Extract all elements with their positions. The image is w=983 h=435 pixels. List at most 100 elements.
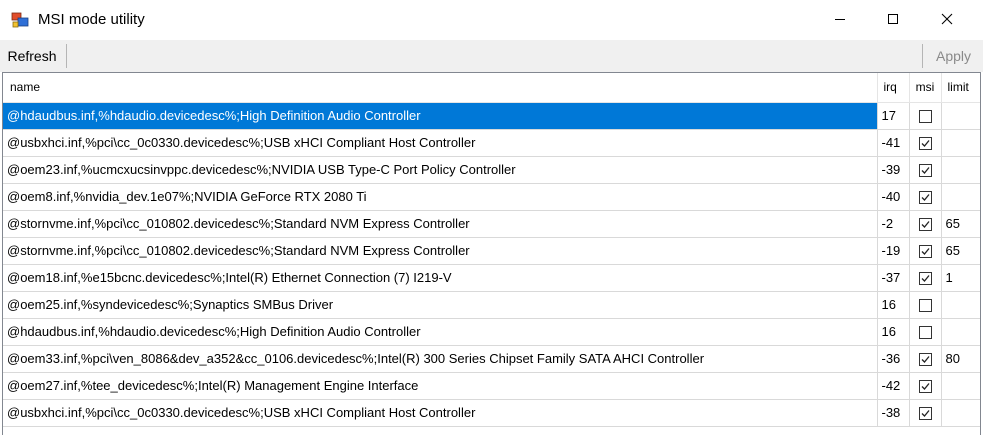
device-name-cell[interactable]: @oem25.inf,%syndevicedesc%;Synaptics SMB… [3,291,878,319]
limit-cell[interactable]: 80 [941,345,980,373]
device-name-cell[interactable]: @stornvme.inf,%pci\cc_010802.devicedesc%… [3,237,878,265]
checkmark-icon [921,167,930,174]
msi-checkbox[interactable] [918,191,932,205]
window-title: MSI mode utility [38,11,145,28]
msi-checkbox[interactable] [918,326,932,340]
msi-checkbox[interactable] [918,272,932,286]
toolbar-separator [922,44,923,68]
checkmark-icon [921,356,930,363]
table-header-row: name irq msi limit [3,73,980,103]
device-table: name irq msi limit @hdaudbus.inf,%hdaudi… [3,73,980,427]
device-name-cell[interactable]: @stornvme.inf,%pci\cc_010802.devicedesc%… [3,210,878,238]
minimize-button[interactable] [813,0,867,40]
close-icon [941,13,953,28]
limit-cell[interactable]: 65 [941,237,980,265]
checkmark-icon [921,140,930,147]
irq-cell[interactable]: 16 [877,318,910,346]
msi-checkbox[interactable] [918,137,932,151]
device-name-cell[interactable]: @oem23.inf,%ucmcxucsinvppc.devicedesc%;N… [3,156,878,184]
device-name-cell[interactable]: @oem18.inf,%e15bcnc.devicedesc%;Intel(R)… [3,264,878,292]
app-icon [11,11,29,29]
limit-cell[interactable] [941,291,980,319]
msi-checkbox[interactable] [918,110,932,124]
title-bar: MSI mode utility [0,0,983,40]
irq-cell[interactable]: -40 [877,183,910,211]
checkmark-icon [921,383,930,390]
table-row[interactable]: @hdaudbus.inf,%hdaudio.devicedesc%;High … [3,318,980,346]
close-button[interactable] [920,0,974,40]
device-name-cell[interactable]: @hdaudbus.inf,%hdaudio.devicedesc%;High … [3,318,878,346]
irq-cell[interactable]: -38 [877,399,910,427]
column-header-limit[interactable]: limit [941,73,980,103]
irq-cell[interactable]: -36 [877,345,910,373]
limit-cell[interactable] [941,156,980,184]
msi-checkbox[interactable] [918,407,932,421]
column-header-name[interactable]: name [3,73,878,103]
msi-cell [909,372,942,400]
device-name-cell[interactable]: @oem27.inf,%tee_devicedesc%;Intel(R) Man… [3,372,878,400]
minimize-icon [834,13,846,28]
table-row[interactable]: @stornvme.inf,%pci\cc_010802.devicedesc%… [3,210,980,238]
irq-cell[interactable]: -39 [877,156,910,184]
device-name-cell[interactable]: @oem33.inf,%pci\ven_8086&dev_a352&cc_010… [3,345,878,373]
msi-cell [909,264,942,292]
device-name-cell[interactable]: @usbxhci.inf,%pci\cc_0c0330.devicedesc%;… [3,399,878,427]
msi-checkbox[interactable] [918,353,932,367]
table-row[interactable]: @oem33.inf,%pci\ven_8086&dev_a352&cc_010… [3,345,980,373]
checkmark-icon [921,275,930,282]
limit-cell[interactable] [941,372,980,400]
apply-button[interactable]: Apply [926,40,981,72]
limit-cell[interactable] [941,183,980,211]
device-name-cell[interactable]: @hdaudbus.inf,%hdaudio.devicedesc%;High … [3,102,878,130]
table-row[interactable]: @usbxhci.inf,%pci\cc_0c0330.devicedesc%;… [3,399,980,427]
limit-cell[interactable]: 1 [941,264,980,292]
msi-cell [909,102,942,130]
table-row[interactable]: @oem8.inf,%nvidia_dev.1e07%;NVIDIA GeFor… [3,183,980,211]
irq-cell[interactable]: -2 [877,210,910,238]
checkmark-icon [921,194,930,201]
table-row[interactable]: @oem27.inf,%tee_devicedesc%;Intel(R) Man… [3,372,980,400]
msi-cell [909,129,942,157]
maximize-icon [887,13,899,28]
toolbar-separator [66,44,67,68]
column-header-irq[interactable]: irq [877,73,910,103]
table-row[interactable]: @oem25.inf,%syndevicedesc%;Synaptics SMB… [3,291,980,319]
msi-checkbox[interactable] [918,380,932,394]
msi-checkbox[interactable] [918,245,932,259]
msi-checkbox[interactable] [918,218,932,232]
table-row[interactable]: @stornvme.inf,%pci\cc_010802.devicedesc%… [3,237,980,265]
msi-cell [909,156,942,184]
msi-cell [909,399,942,427]
device-name-cell[interactable]: @usbxhci.inf,%pci\cc_0c0330.devicedesc%;… [3,129,878,157]
device-grid[interactable]: name irq msi limit @hdaudbus.inf,%hdaudi… [2,72,981,435]
device-name-cell[interactable]: @oem8.inf,%nvidia_dev.1e07%;NVIDIA GeFor… [3,183,878,211]
msi-cell [909,318,942,346]
table-row[interactable]: @oem23.inf,%ucmcxucsinvppc.devicedesc%;N… [3,156,980,184]
limit-cell[interactable] [941,129,980,157]
toolbar: Refresh Apply [0,40,983,72]
checkmark-icon [921,410,930,417]
limit-cell[interactable] [941,318,980,346]
limit-cell[interactable]: 65 [941,210,980,238]
refresh-button[interactable]: Refresh [0,40,64,72]
msi-checkbox[interactable] [918,164,932,178]
msi-cell [909,237,942,265]
table-row[interactable]: @hdaudbus.inf,%hdaudio.devicedesc%;High … [3,102,980,130]
irq-cell[interactable]: -42 [877,372,910,400]
column-header-msi[interactable]: msi [909,73,942,103]
checkmark-icon [921,221,930,228]
msi-cell [909,210,942,238]
limit-cell[interactable] [941,102,980,130]
limit-cell[interactable] [941,399,980,427]
msi-checkbox[interactable] [918,299,932,313]
table-row[interactable]: @usbxhci.inf,%pci\cc_0c0330.devicedesc%;… [3,129,980,157]
irq-cell[interactable]: -19 [877,237,910,265]
irq-cell[interactable]: -41 [877,129,910,157]
msi-cell [909,291,942,319]
irq-cell[interactable]: -37 [877,264,910,292]
irq-cell[interactable]: 16 [877,291,910,319]
table-row[interactable]: @oem18.inf,%e15bcnc.devicedesc%;Intel(R)… [3,264,980,292]
maximize-button[interactable] [866,0,920,40]
irq-cell[interactable]: 17 [877,102,910,130]
msi-cell [909,345,942,373]
